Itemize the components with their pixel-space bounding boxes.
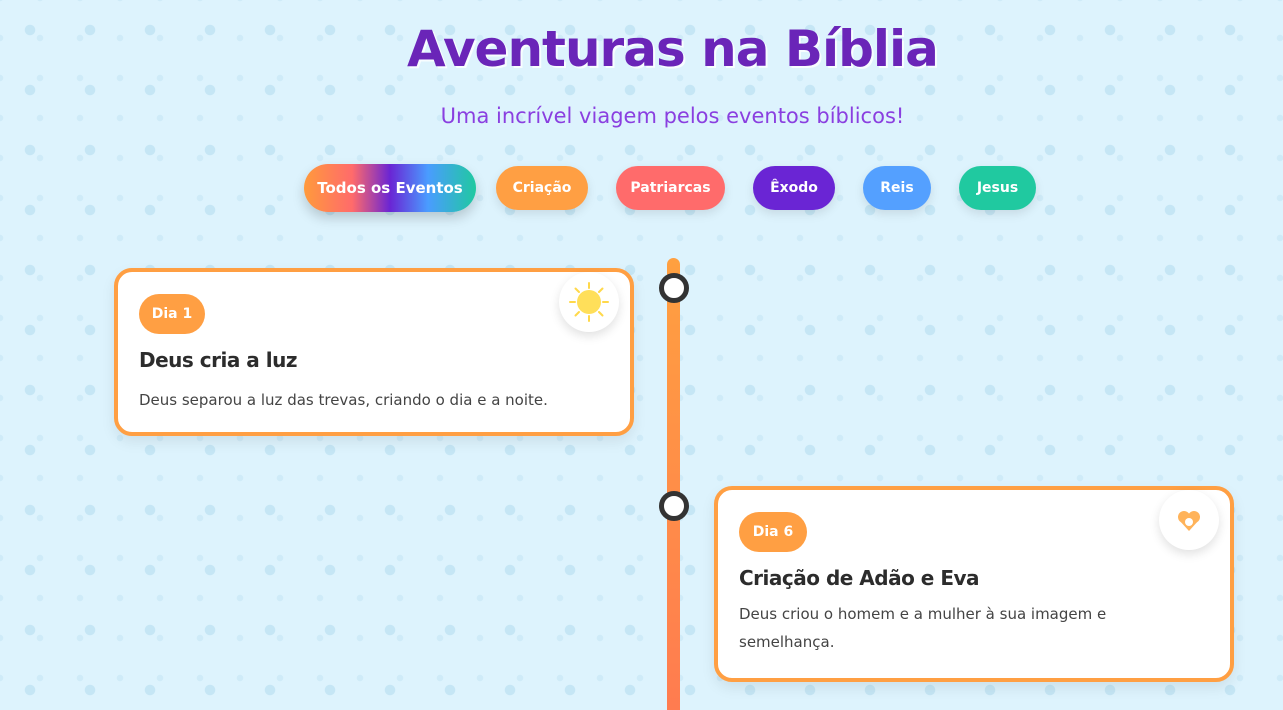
filter-kings[interactable]: Reis	[863, 166, 931, 210]
sun-icon	[559, 272, 619, 332]
filter-all-events[interactable]: Todos os Eventos	[304, 164, 476, 212]
event-card[interactable]: Dia 6 Criação de Adão e Eva Deus criou o…	[714, 486, 1234, 682]
event-title: Deus cria a luz	[139, 348, 298, 372]
event-title: Criação de Adão e Eva	[739, 566, 980, 590]
page-subtitle: Uma incrível viagem pelos eventos bíblic…	[440, 104, 905, 128]
filter-exodus[interactable]: Êxodo	[753, 166, 835, 210]
hearts-icon	[1159, 490, 1219, 550]
timeline-dot	[659, 273, 689, 303]
timeline-line	[667, 258, 680, 710]
filter-creation[interactable]: Criação	[496, 166, 588, 210]
event-card[interactable]: Dia 1 Deus cria a luz Deus separou a luz…	[114, 268, 634, 436]
event-badge: Dia 1	[139, 294, 205, 334]
filter-jesus[interactable]: Jesus	[959, 166, 1036, 210]
event-description: Deus criou o homem e a mulher à sua imag…	[739, 605, 1107, 651]
event-badge: Dia 6	[739, 512, 807, 552]
filter-patriarchs[interactable]: Patriarcas	[616, 166, 725, 210]
page-title: Aventuras na Bíblia	[407, 20, 939, 78]
event-description: Deus separou a luz das trevas, criando o…	[139, 391, 548, 409]
timeline-dot	[659, 491, 689, 521]
